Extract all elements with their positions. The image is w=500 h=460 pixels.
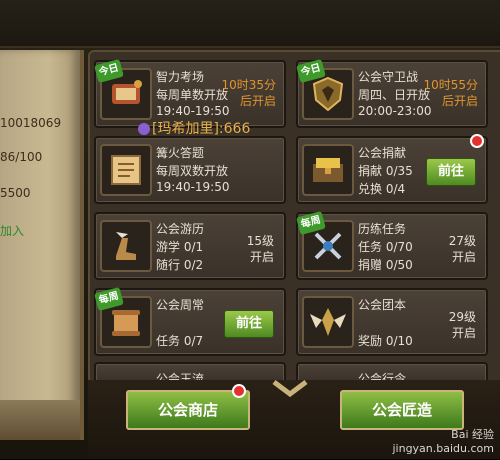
exchange-count: 兑换 0/4 [358,182,406,196]
activity-schedule: 周四、日开放 [358,88,431,102]
activity-time: 20:00-23:00 [358,104,432,118]
activity-title: 公会守卫战 [358,70,419,84]
activity-card-bonfire-quiz[interactable]: 篝火答题 每周双数开放 19:40-19:50 [94,136,286,204]
winged-emblem-icon [302,296,354,348]
notification-dot [470,134,484,148]
activity-card-guild-donation[interactable]: 公会捐献 捐献 0/35 兑换 0/4 前往 [296,134,488,204]
activity-title: 公会捐献 [358,146,407,160]
activity-card-guild-raid[interactable]: 公会团本 奖励 0/10 29级 开启 [296,288,488,356]
activity-schedule: 每周双数开放 [156,164,229,178]
chevron-down-icon[interactable] [270,378,310,398]
activity-title: 公会游历 [156,222,205,236]
guild-shop-button[interactable]: 公会商店 [126,390,250,430]
countdown-timer: 10时35分 [221,78,276,92]
chat-text: [玛希加里]:666 [152,121,251,137]
bonfire-quiz-icon [100,144,152,196]
activity-title: 篝火答题 [156,146,205,160]
notification-dot [232,384,246,398]
watermark-line: jingyan.baidu.com [392,442,494,455]
vip-badge-icon [138,123,150,135]
task-count: 任务 0/70 [358,240,413,254]
join-link[interactable]: 加入 [0,222,24,239]
activity-title: 智力考场 [156,70,205,84]
unlock-level: 27级 [448,234,476,248]
activity-card-guild-guard[interactable]: 今日 公会守卫战 周四、日开放 20:00-23:00 10时55分 后开启 [296,58,488,128]
activity-title: 历练任务 [358,222,407,236]
follow-count: 随行 0/2 [156,258,204,272]
countdown-timer: 10时55分 [423,78,478,92]
activity-title: 公会团本 [358,298,407,312]
study-count: 游学 0/1 [156,240,204,254]
activity-time: 19:40-19:50 [156,180,230,194]
activity-time: 19:40-19:50 [156,104,230,118]
go-button[interactable]: 前往 [426,158,476,186]
winged-boot-icon [100,220,152,272]
donation-count: 捐献 0/35 [358,164,413,178]
parchment-scroll-bottom [0,400,80,440]
go-button[interactable]: 前往 [224,310,274,338]
watermark-line: Bai 经验 [451,428,494,441]
activity-card-training-task[interactable]: 每周 历练任务 任务 0/70 捐赠 0/50 27级 开启 [296,210,488,280]
countdown-label: 后开启 [239,94,276,108]
treasure-chest-icon [302,144,354,196]
top-strip [0,0,500,48]
left-info-panel: 10018069 86/100 5500 加入 [0,50,84,440]
reward-count: 奖励 0/10 [358,334,413,348]
countdown-label: 后开启 [441,94,478,108]
activity-card-guild-weekly[interactable]: 每周 公会周常 任务 0/7 前往 [94,286,286,356]
activity-card-guild-travel[interactable]: 公会游历 游学 0/1 随行 0/2 15级 开启 [94,212,286,280]
activity-panel: 今日 智力考场 每周单数开放 19:40-19:50 10时35分 后开启 今日… [88,50,500,384]
guild-craft-button[interactable]: 公会匠造 [340,390,464,430]
unlock-level: 29级 [448,310,476,324]
unlock-label: 开启 [249,250,274,264]
chat-message: [玛希加里]:666 [138,118,250,138]
info-line: 5500 [0,186,31,200]
task-count: 任务 0/7 [156,334,204,348]
watermark: Bai 经验 jingyan.baidu.com [392,426,494,455]
donate-count: 捐赠 0/50 [358,258,413,272]
activity-title: 公会周常 [156,298,205,312]
unlock-label: 开启 [451,326,476,340]
activity-schedule: 每周单数开放 [156,88,229,102]
unlock-label: 开启 [451,250,476,264]
info-line: 86/100 [0,150,43,164]
unlock-level: 15级 [246,234,274,248]
info-line: 10018069 [0,116,62,130]
